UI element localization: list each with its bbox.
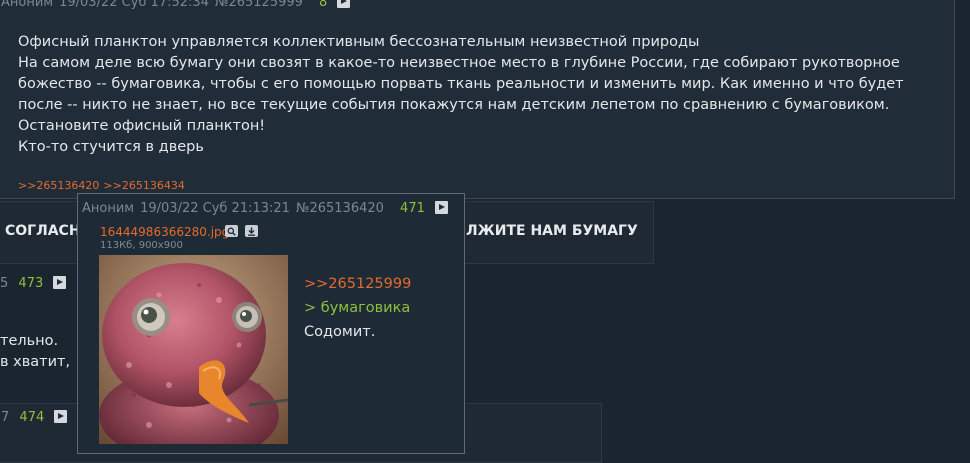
post-number[interactable]: №265125999	[215, 0, 303, 10]
post-message-line: Кто-то стучится в дверь	[18, 139, 204, 155]
post-message-line: тельно.	[0, 333, 59, 349]
file-meta: 113Кб, 900x900	[100, 240, 183, 251]
file-name-link[interactable]: 16444986366280.jpg	[100, 225, 229, 239]
post-partial-473: 5 473 тельно. в хватит,	[0, 265, 70, 385]
play-icon[interactable]	[337, 0, 351, 8]
post-message-line: Содомит.	[304, 324, 376, 340]
post-preview-popup: Аноним 19/03/22 Суб 21:13:21 №265136420 47…	[77, 193, 465, 454]
post-reply-count: 8	[319, 0, 328, 10]
reply-link[interactable]: >>265136420	[18, 179, 99, 192]
reply-link[interactable]: >>265136434	[103, 179, 184, 192]
popup-message: >>265125999 > бумаговика Содомит.	[304, 272, 411, 344]
post-265125999: Аноним 19/03/22 Суб 17:52:34 №265125999 8 …	[0, 0, 955, 199]
post-number[interactable]: №265136420	[296, 201, 384, 216]
post-number[interactable]: 7	[1, 410, 9, 425]
play-icon[interactable]	[435, 201, 449, 214]
magnifier-icon[interactable]	[225, 225, 238, 237]
caps-text-right: ЛЖИТЕ НАМ БУМАГУ	[466, 223, 638, 239]
greentext-line: > бумаговика	[304, 300, 411, 316]
post-header: 5 473	[0, 276, 72, 291]
post-message: Офисный планктон управляется коллективны…	[18, 32, 904, 158]
post-message-line: в хватит,	[0, 354, 71, 370]
download-icon[interactable]	[245, 225, 258, 237]
post-author: Аноним	[1, 0, 54, 10]
play-icon[interactable]	[53, 276, 67, 289]
play-icon[interactable]	[54, 410, 68, 423]
post-header: Аноним 19/03/22 Суб 21:13:21 №265136420 47…	[82, 201, 454, 216]
post-image-thumbnail[interactable]	[99, 255, 288, 444]
post-reply-count: 471	[400, 201, 425, 216]
post-header: Аноним 19/03/22 Суб 17:52:34 №265125999 8	[1, 0, 356, 10]
post-message: тельно. в хватит,	[0, 331, 70, 373]
post-date: 19/03/22 Суб 21:13:21	[140, 201, 290, 216]
post-header: 7 474	[1, 410, 73, 425]
quote-link[interactable]: >>265125999	[304, 272, 411, 296]
post-date: 19/03/22 Суб 17:52:34	[59, 0, 209, 10]
post-message-line: божество -- бумаговика, чтобы с его помо…	[18, 76, 904, 92]
caps-text-left: СОГЛАСН	[5, 223, 81, 239]
post-message-line: после -- никто не знает, но все текущие …	[18, 97, 890, 113]
post-reply-count: 473	[18, 276, 44, 291]
post-message-line: На самом деле всю бумагу они свозят в ка…	[18, 55, 900, 71]
post-replies: >>265136420 >>265136434	[18, 179, 189, 192]
post-message-line: Остановите офисный планктон!	[18, 118, 266, 134]
post-reply-count: 474	[19, 410, 45, 425]
post-message-line: Офисный планктон управляется коллективны…	[18, 34, 700, 50]
post-number[interactable]: 5	[0, 276, 8, 291]
post-author: Аноним	[82, 201, 135, 216]
